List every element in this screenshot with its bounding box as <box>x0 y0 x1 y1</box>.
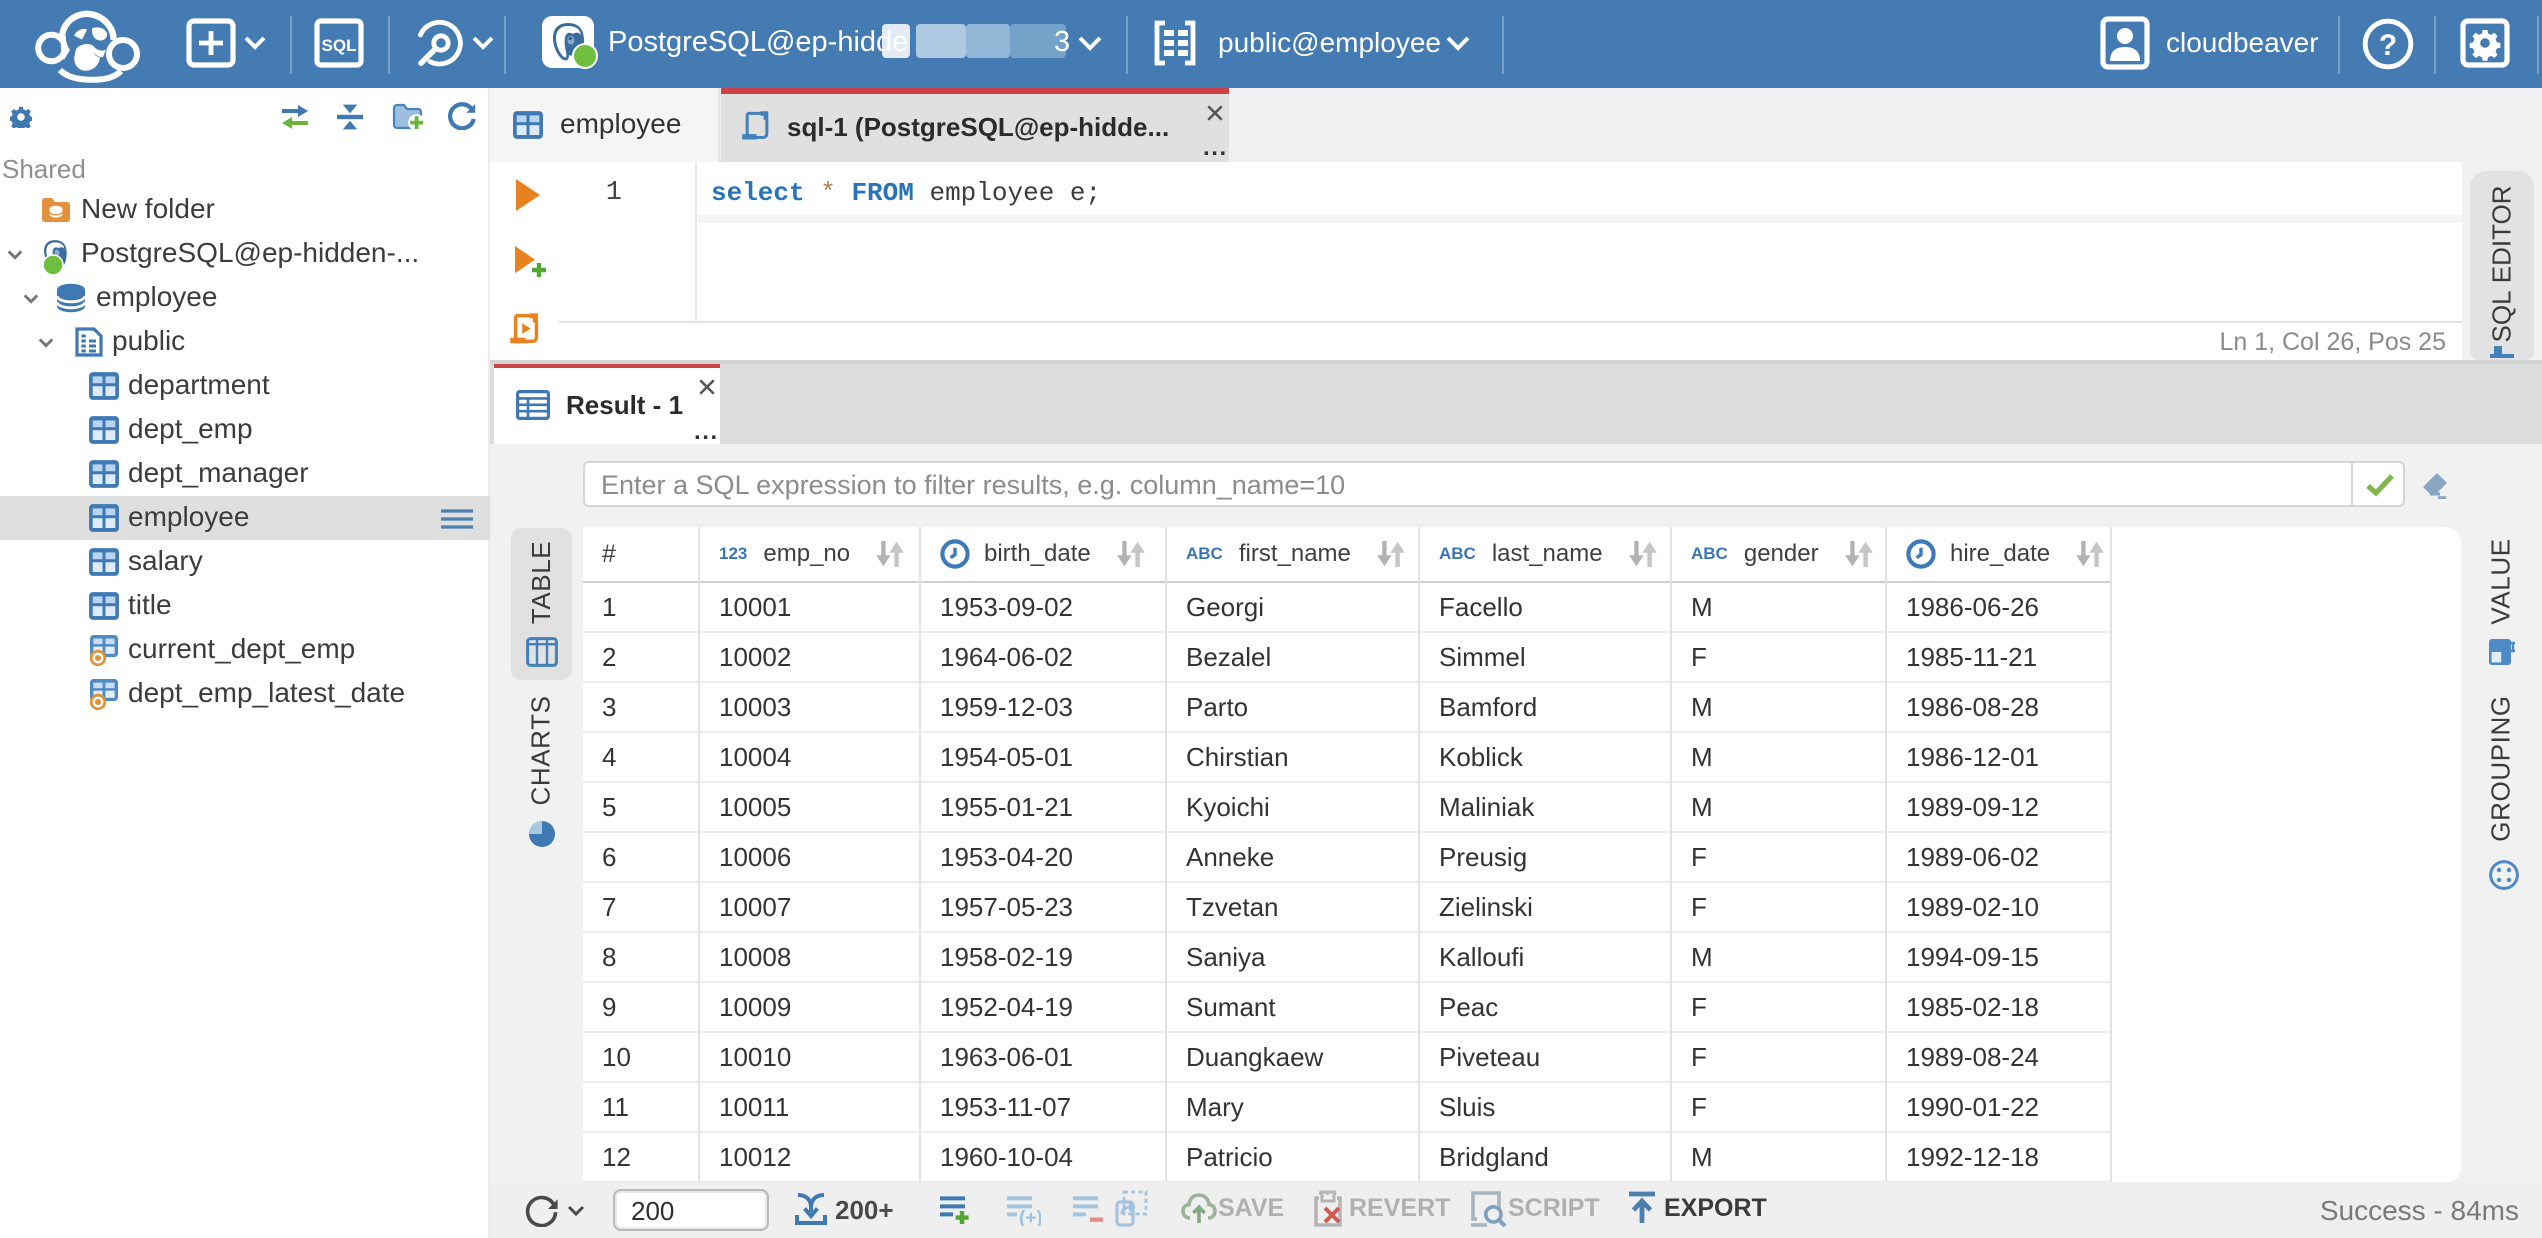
svg-text:SQL: SQL <box>322 36 357 55</box>
svg-text:(+): (+) <box>1019 1208 1041 1226</box>
svg-text:?: ? <box>2379 29 2397 62</box>
